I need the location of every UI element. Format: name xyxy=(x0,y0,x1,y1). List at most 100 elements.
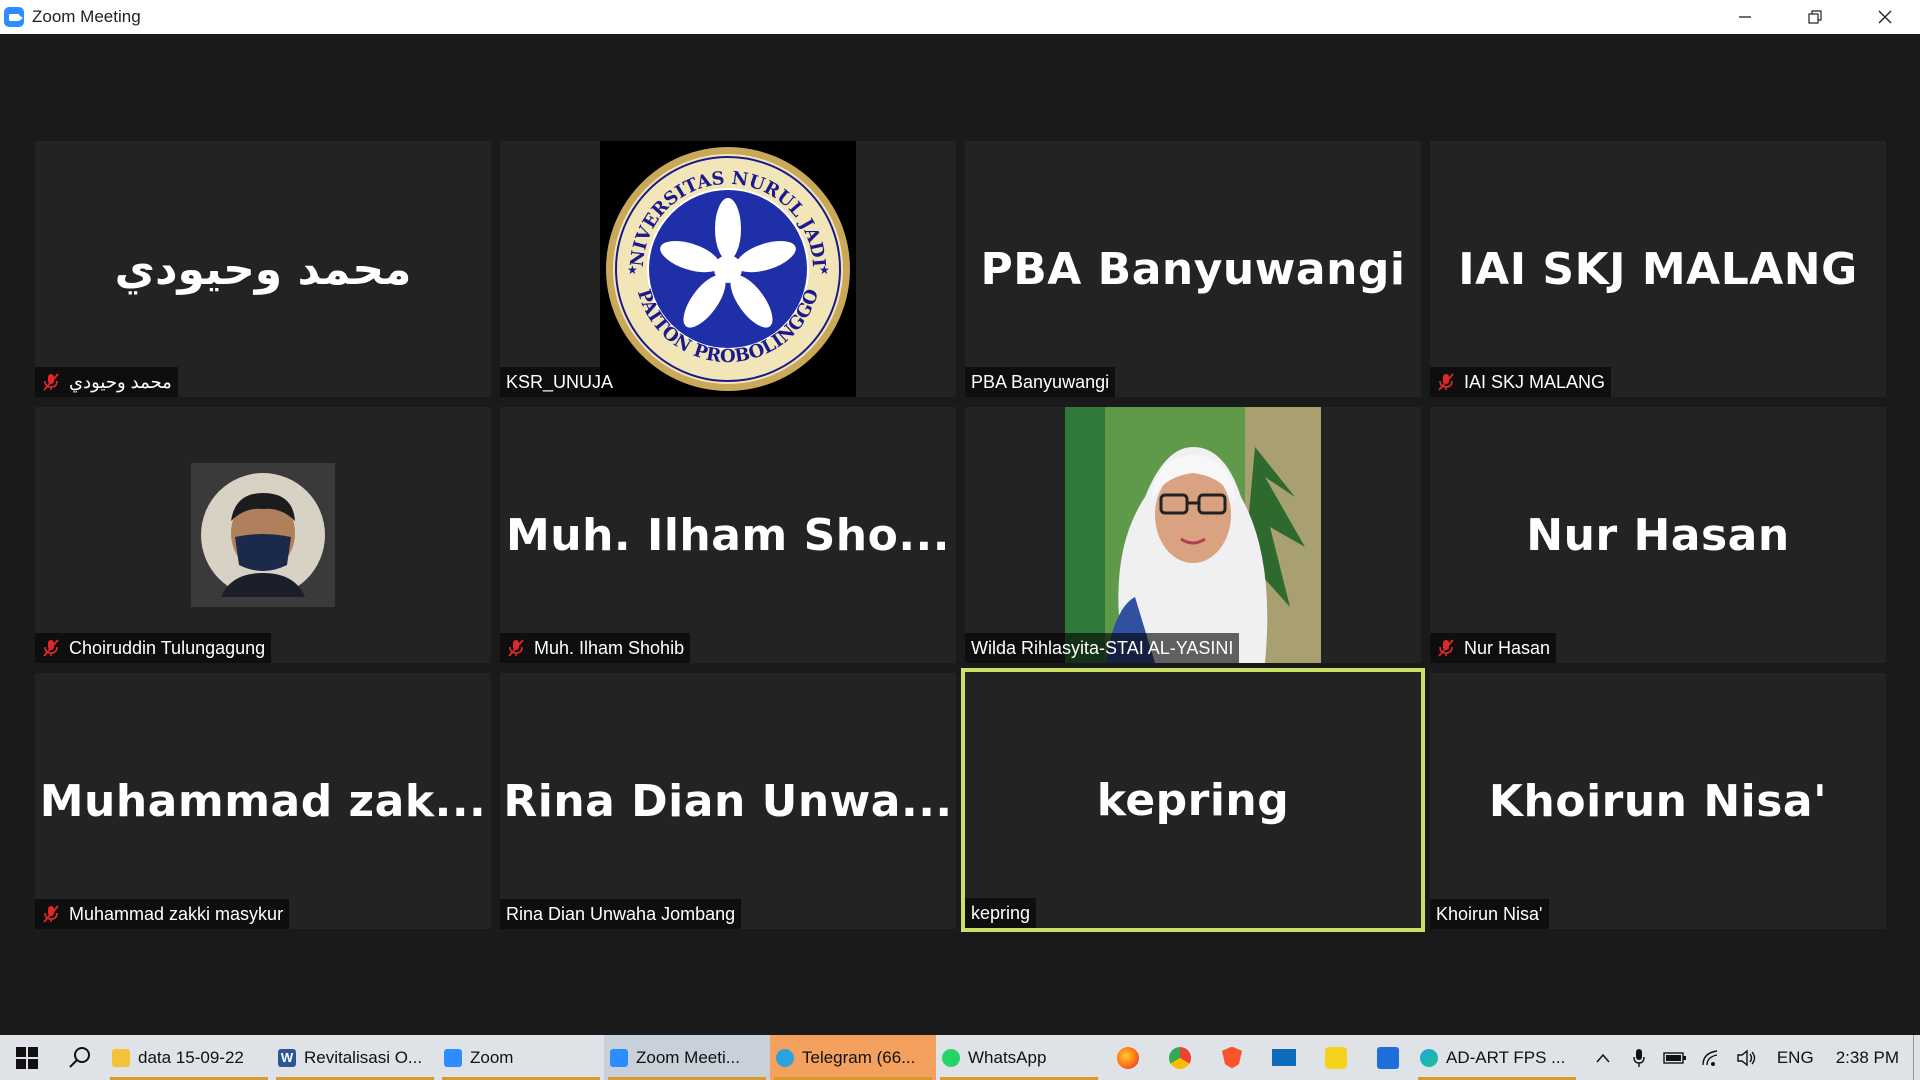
taskbar-item-zoom-meeting[interactable]: Zoom Meeti... xyxy=(604,1035,770,1080)
taskbar-item-explorer[interactable]: data 15-09-22 xyxy=(106,1035,272,1080)
minimize-button[interactable] xyxy=(1710,0,1780,34)
participant-name-label: PBA Banyuwangi xyxy=(965,367,1116,397)
muted-mic-icon xyxy=(41,638,61,658)
participant-tile[interactable]: Rina Dian Unwa... Rina Dian Unwaha Jomba… xyxy=(500,673,956,929)
participant-tile[interactable]: PBA Banyuwangi PBA Banyuwangi xyxy=(965,141,1421,397)
participant-label-text: Choiruddin Tulungagung xyxy=(69,637,266,658)
word-icon: W xyxy=(278,1048,296,1067)
taskbar-item-zoom[interactable]: Zoom xyxy=(438,1035,604,1080)
window-title: Zoom Meeting xyxy=(32,7,141,26)
muted-mic-icon xyxy=(506,638,526,658)
taskbar-item-word[interactable]: W Revitalisasi O... xyxy=(272,1035,438,1080)
taskbar-item-label: WhatsApp xyxy=(968,1047,1047,1067)
muted-mic-icon xyxy=(41,904,61,924)
participant-display-name: Muh. Ilham Sho... xyxy=(506,509,950,561)
participant-tile[interactable]: Khoirun Nisa' Khoirun Nisa' xyxy=(1430,673,1886,929)
participant-display-name: PBA Banyuwangi xyxy=(980,243,1406,295)
close-icon xyxy=(1878,10,1892,24)
participant-label-text: Wilda Rihlasyita-STAI AL-YASINI xyxy=(971,637,1234,658)
profile-picture xyxy=(191,463,335,607)
participant-name-label: Rina Dian Unwaha Jombang xyxy=(500,899,742,929)
media-player-icon xyxy=(1325,1046,1347,1069)
taskbar-item-label: Zoom xyxy=(470,1047,514,1067)
participant-name-label: Nur Hasan xyxy=(1430,633,1557,663)
store-pin[interactable] xyxy=(1362,1035,1414,1080)
battery-icon xyxy=(1663,1051,1686,1064)
participant-name-label: محمد وحيودي xyxy=(35,367,178,397)
participant-name-label: Muh. Ilham Shohib xyxy=(500,633,691,663)
microphone-tray[interactable] xyxy=(1621,1048,1657,1068)
university-logo: UNIVERSITAS NURUL JADID PAITON PROBOLING… xyxy=(600,141,856,397)
participant-display-name: IAI SKJ MALANG xyxy=(1458,243,1858,295)
taskbar-item-telegram[interactable]: Telegram (66... xyxy=(770,1035,936,1080)
svg-text:★: ★ xyxy=(819,263,830,277)
app-store-icon xyxy=(1377,1046,1399,1069)
zoom-app-icon xyxy=(4,7,24,27)
taskbar-item-whatsapp[interactable]: WhatsApp xyxy=(936,1035,1102,1080)
participant-display-name: Khoirun Nisa' xyxy=(1488,775,1828,827)
start-button[interactable] xyxy=(0,1035,54,1080)
network-tray[interactable] xyxy=(1693,1049,1729,1067)
participant-tile[interactable]: Nur Hasan Nur Hasan xyxy=(1430,407,1886,663)
participant-name-label: Choiruddin Tulungagung xyxy=(35,633,272,663)
show-desktop-button[interactable] xyxy=(1913,1035,1920,1080)
zoom-icon xyxy=(610,1048,628,1067)
participant-tile[interactable]: UNIVERSITAS NURUL JADID PAITON PROBOLING… xyxy=(500,141,956,397)
taskbar-clock[interactable]: 2:38 PM xyxy=(1826,1048,1913,1068)
taskbar-item-edge[interactable]: AD-ART FPS ... xyxy=(1414,1035,1580,1080)
battery-tray[interactable] xyxy=(1657,1051,1693,1065)
title-bar: Zoom Meeting xyxy=(0,0,1920,34)
active-speaker-tile[interactable]: kepring kepring xyxy=(961,668,1425,932)
restore-button[interactable] xyxy=(1780,0,1850,34)
firefox-pin[interactable] xyxy=(1102,1035,1154,1080)
participant-display-name: Nur Hasan xyxy=(1526,509,1790,561)
participant-label-text: محمد وحيودي xyxy=(69,371,172,392)
close-button[interactable] xyxy=(1850,0,1920,34)
zoom-icon xyxy=(444,1048,462,1067)
chevron-up-icon xyxy=(1596,1053,1610,1062)
participant-name-label: IAI SKJ MALANG xyxy=(1430,367,1612,397)
participant-tile[interactable]: Muhammad zak... Muhammad zakki masykur xyxy=(35,673,491,929)
taskbar-item-label: Revitalisasi O... xyxy=(304,1047,423,1067)
participant-display-name: kepring xyxy=(1096,774,1290,826)
participant-name-label: KSR_UNUJA xyxy=(500,367,620,397)
wifi-icon xyxy=(1702,1049,1717,1066)
firefox-icon xyxy=(1117,1046,1139,1069)
participant-tile[interactable]: Wilda Rihlasyita-STAI AL-YASINI xyxy=(965,407,1421,663)
person-avatar-icon xyxy=(201,473,325,597)
taskbar-item-label: AD-ART FPS ... xyxy=(1446,1047,1566,1067)
taskbar-item-label: Zoom Meeti... xyxy=(636,1047,740,1067)
chrome-pin[interactable] xyxy=(1154,1035,1206,1080)
show-hidden-icons-button[interactable] xyxy=(1585,1053,1621,1063)
participant-video xyxy=(1065,407,1321,663)
participant-name-label: kepring xyxy=(965,898,1037,928)
participant-label-text: kepring xyxy=(971,902,1031,923)
participant-label-text: Khoirun Nisa' xyxy=(1436,903,1543,924)
brave-pin[interactable] xyxy=(1206,1035,1258,1080)
input-language[interactable]: ENG xyxy=(1765,1048,1826,1068)
participant-tile[interactable]: IAI SKJ MALANG IAI SKJ MALANG xyxy=(1430,141,1886,397)
university-seal-icon: UNIVERSITAS NURUL JADID PAITON PROBOLING… xyxy=(603,144,850,391)
minimize-icon xyxy=(1739,16,1751,18)
window-controls xyxy=(1710,0,1920,34)
volume-tray[interactable] xyxy=(1729,1049,1765,1067)
mail-pin[interactable] xyxy=(1258,1035,1310,1080)
participant-name-label: Muhammad zakki masykur xyxy=(35,899,290,929)
windows-logo-icon xyxy=(16,1046,38,1069)
folder-icon xyxy=(112,1048,130,1067)
restore-icon xyxy=(1808,10,1822,24)
windows-taskbar: data 15-09-22 W Revitalisasi O... Zoom Z… xyxy=(0,1035,1920,1080)
participant-label-text: Muh. Ilham Shohib xyxy=(534,637,685,658)
participant-tile[interactable]: Choiruddin Tulungagung xyxy=(35,407,491,663)
muted-mic-icon xyxy=(1436,638,1456,658)
whatsapp-icon xyxy=(942,1048,960,1067)
search-button[interactable] xyxy=(54,1035,106,1080)
participant-tile[interactable]: Muh. Ilham Sho... Muh. Ilham Shohib xyxy=(500,407,956,663)
woman-hijab-photo-icon xyxy=(1065,407,1321,663)
speaker-icon xyxy=(1737,1049,1756,1066)
participant-name-label: Wilda Rihlasyita-STAI AL-YASINI xyxy=(965,633,1240,663)
participant-tile[interactable]: محمد وحيودي محمد وحيودي xyxy=(35,141,491,397)
participant-label-text: Rina Dian Unwaha Jombang xyxy=(506,903,736,924)
edge-icon xyxy=(1420,1048,1438,1067)
media-pin[interactable] xyxy=(1310,1035,1362,1080)
